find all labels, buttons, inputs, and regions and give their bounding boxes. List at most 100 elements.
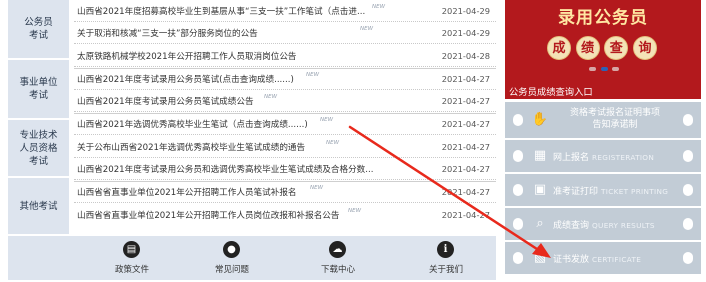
pill-decoration bbox=[513, 114, 523, 126]
news-item[interactable]: 山西省2021年选调优秀高校毕业生笔试（点击查询成绩......) NEW 20… bbox=[74, 114, 496, 135]
service-certificate[interactable]: ▧ 证书发放 CERTIFICATE bbox=[505, 242, 701, 274]
banner-title: 录用公务员 bbox=[558, 8, 648, 28]
service-label: 资格考试报名证明事项 bbox=[569, 108, 660, 118]
news-date: 2021-04-27 bbox=[441, 164, 490, 174]
new-badge: NEW bbox=[348, 208, 362, 214]
category-sidebar: 公务员 考试 事业单位 考试 专业技术 人员资格 考试 其他考试 bbox=[8, 0, 69, 234]
new-badge: NEW bbox=[360, 26, 374, 32]
service-label: 告知承诺制 bbox=[592, 120, 638, 130]
carousel-dot-active[interactable] bbox=[600, 67, 608, 71]
tool-label: 常见问题 bbox=[214, 265, 249, 275]
new-badge: NEW bbox=[320, 117, 334, 123]
service-label: 网上报名 bbox=[553, 153, 590, 163]
pill-decoration bbox=[513, 218, 523, 230]
pill-decoration bbox=[513, 252, 523, 264]
news-date: 2021-04-27 bbox=[441, 74, 490, 84]
news-item[interactable]: 关于取消和核减“三支一扶”部分服务岗位的公告 NEW 2021-04-29 bbox=[74, 23, 496, 44]
news-item[interactable]: 山西省2021年度考试录用公务员笔试成绩公告 NEW 2021-04-27 bbox=[74, 91, 496, 112]
news-date: 2021-04-27 bbox=[441, 210, 490, 220]
category-label-line: 专业技术 bbox=[19, 129, 58, 141]
carousel-dot[interactable] bbox=[589, 67, 596, 71]
pill-decoration bbox=[683, 184, 693, 196]
new-badge: NEW bbox=[326, 140, 340, 146]
news-title[interactable]: 山西省省直事业单位2021年公开招聘工作人员岗位改报和补报名公告 bbox=[77, 209, 412, 221]
tool-label: 关于我们 bbox=[428, 265, 463, 275]
category-label-line: 公务员 bbox=[24, 17, 53, 28]
category-professional-qualification[interactable]: 专业技术 人员资格 考试 bbox=[8, 120, 69, 176]
news-date: 2021-04-27 bbox=[441, 96, 490, 106]
pill-decoration bbox=[513, 150, 523, 162]
category-public-institution[interactable]: 事业单位 考试 bbox=[8, 60, 69, 118]
certificate-icon: ▧ bbox=[533, 250, 547, 265]
news-title[interactable]: 山西省省直事业单位2021年公开招聘工作人员笔试补报名 bbox=[77, 186, 412, 198]
magnifier-icon: ⌕ bbox=[536, 216, 544, 231]
document-icon: ▦ bbox=[533, 148, 547, 163]
news-date: 2021-04-28 bbox=[441, 51, 490, 61]
score-query-banner[interactable]: 录用公务员 成 绩 查 询 bbox=[505, 0, 701, 80]
news-item[interactable]: 山西省省直事业单位2021年公开招聘工作人员岗位改报和补报名公告 NEW 202… bbox=[74, 205, 496, 226]
banner-button-chars[interactable]: 成 绩 查 询 bbox=[547, 36, 657, 60]
news-title[interactable]: 山西省2021年度招募高校毕业生到基层从事“三支一扶”工作笔试（点击进... bbox=[77, 5, 412, 17]
printer-icon: ▣ bbox=[533, 182, 547, 197]
service-label: 准考证打印 bbox=[553, 187, 599, 197]
category-label-line: 其他考试 bbox=[19, 200, 58, 212]
faq-link[interactable]: ● 常见问题 bbox=[182, 236, 282, 280]
service-label: 成绩查询 bbox=[553, 221, 590, 231]
category-label-line: 考试 bbox=[28, 30, 48, 41]
policy-documents-link[interactable]: ▤ 政策文件 bbox=[82, 236, 182, 280]
news-date: 2021-04-29 bbox=[441, 6, 490, 16]
tool-label: 下载中心 bbox=[320, 265, 355, 275]
news-date: 2021-04-27 bbox=[441, 187, 490, 197]
news-title[interactable]: 太原铁路机械学校2021年公开招聘工作人员取消岗位公告 bbox=[77, 50, 412, 62]
banner-caption-bar[interactable]: 公务员成绩查询入口 bbox=[505, 80, 701, 99]
cloud-download-icon: ☁ bbox=[329, 241, 346, 258]
banner-caption: 公务员成绩查询入口 bbox=[509, 87, 593, 98]
pill-decoration bbox=[683, 114, 693, 126]
news-item[interactable]: 山西省2021年度考试录用公务员和选调优秀高校毕业生笔试成绩及合格分数... 2… bbox=[74, 159, 496, 180]
category-label-line: 人员资格 bbox=[19, 142, 58, 154]
service-ticket-printing[interactable]: ▣ 准考证打印 TICKET PRINTING bbox=[505, 174, 701, 206]
banner-char: 查 bbox=[604, 36, 629, 60]
service-commitment-notice[interactable]: ✋ 资格考试报名证明事项 告知承诺制 bbox=[505, 102, 701, 138]
new-badge: NEW bbox=[372, 4, 386, 10]
category-civil-servant[interactable]: 公务员 考试 bbox=[8, 0, 69, 58]
banner-char: 绩 bbox=[575, 36, 600, 60]
service-query-results[interactable]: ⌕ 成绩查询 QUERY RESULTS bbox=[505, 208, 701, 240]
news-item[interactable]: 关于公布山西省2021年选调优秀高校毕业生笔试成绩的通告 NEW 2021-04… bbox=[74, 137, 496, 158]
category-label-line: 考试 bbox=[28, 155, 48, 167]
person-icon: ● bbox=[223, 241, 240, 258]
service-online-registration[interactable]: ▦ 网上报名 REGISTERATION bbox=[505, 140, 701, 172]
news-item[interactable]: 山西省2021年度招募高校毕业生到基层从事“三支一扶”工作笔试（点击进... N… bbox=[74, 1, 496, 22]
news-title[interactable]: 山西省2021年度考试录用公务员笔试成绩公告 bbox=[77, 95, 412, 107]
news-date: 2021-04-29 bbox=[441, 28, 490, 38]
category-other-exams[interactable]: 其他考试 bbox=[8, 178, 69, 234]
service-label-en: QUERY RESULTS bbox=[592, 221, 655, 230]
news-item[interactable]: 山西省省直事业单位2021年公开招聘工作人员笔试补报名 NEW 2021-04-… bbox=[74, 182, 496, 203]
news-date: 2021-04-27 bbox=[441, 142, 490, 152]
about-us-link[interactable]: i 关于我们 bbox=[396, 236, 496, 280]
banner-char: 成 bbox=[547, 36, 571, 60]
quick-links-toolbar: ▤ 政策文件 ● 常见问题 ☁ 下载中心 i 关于我们 bbox=[8, 236, 496, 280]
pill-decoration bbox=[683, 252, 693, 264]
info-icon: i bbox=[437, 241, 454, 258]
new-badge: NEW bbox=[306, 72, 320, 78]
news-item[interactable]: 山西省2021年度考试录用公务员笔试(点击查询成绩......) NEW 202… bbox=[74, 69, 496, 90]
service-label-en: CERTIFICATE bbox=[592, 255, 642, 264]
pill-decoration bbox=[513, 184, 523, 196]
service-label-en: REGISTERATION bbox=[592, 153, 655, 162]
pill-decoration bbox=[683, 150, 693, 162]
download-center-link[interactable]: ☁ 下载中心 bbox=[288, 236, 388, 280]
news-item[interactable]: 太原铁路机械学校2021年公开招聘工作人员取消岗位公告 2021-04-28 bbox=[74, 46, 496, 67]
news-title[interactable]: 山西省2021年度考试录用公务员笔试(点击查询成绩......) bbox=[77, 73, 412, 85]
service-label-en: TICKET PRINTING bbox=[601, 187, 669, 196]
category-label-line: 考试 bbox=[28, 90, 48, 101]
banner-char: 询 bbox=[632, 36, 657, 60]
news-title[interactable]: 山西省2021年选调优秀高校毕业生笔试（点击查询成绩......) bbox=[77, 118, 412, 130]
tool-label: 政策文件 bbox=[114, 265, 149, 275]
carousel-dot[interactable] bbox=[612, 67, 619, 71]
service-label: 证书发放 bbox=[553, 255, 590, 265]
news-title[interactable]: 山西省2021年度考试录用公务员和选调优秀高校毕业生笔试成绩及合格分数... bbox=[77, 163, 412, 175]
pill-decoration bbox=[683, 218, 693, 230]
news-date: 2021-04-27 bbox=[441, 119, 490, 129]
news-title[interactable]: 关于公布山西省2021年选调优秀高校毕业生笔试成绩的通告 bbox=[77, 141, 412, 153]
